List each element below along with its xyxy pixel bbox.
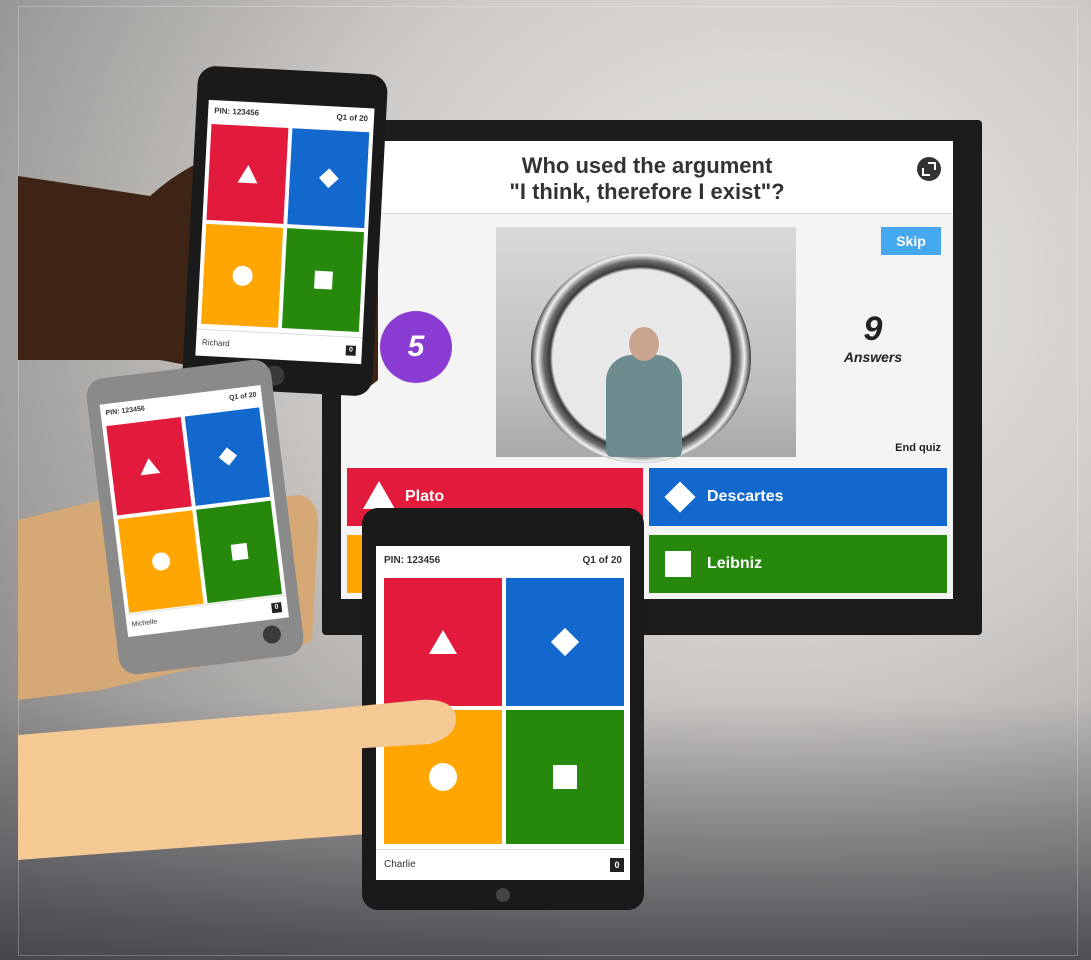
finger-overlay <box>300 699 457 752</box>
finger <box>300 699 457 752</box>
